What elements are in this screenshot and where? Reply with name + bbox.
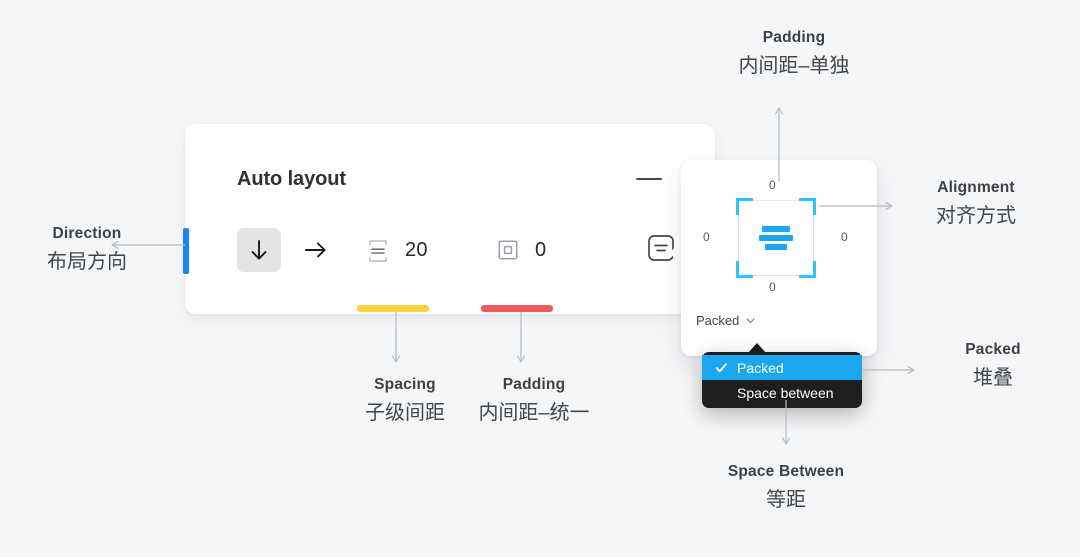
annotation-padding-individual: Padding 内间距–单独 — [694, 28, 894, 81]
check-icon — [715, 361, 728, 374]
annotation-spacing: Spacing 子级间距 — [340, 375, 470, 428]
annotation-space-between-cn: 等距 — [766, 489, 806, 512]
popover-padding-right[interactable]: 0 — [841, 230, 848, 244]
connector-packed — [862, 364, 922, 376]
annotation-packed: Packed 堆叠 — [918, 340, 1068, 393]
dropdown-item-packed[interactable]: Packed — [702, 355, 862, 380]
minus-icon[interactable] — [636, 178, 662, 180]
panel-title: Auto layout — [237, 168, 346, 190]
annotation-alignment-cn: 对齐方式 — [936, 205, 1016, 228]
arrow-right-icon — [303, 239, 329, 261]
dropdown-item-label: Space between — [737, 384, 834, 401]
spacing-highlight-marker — [357, 305, 429, 312]
padding-value: 0 — [535, 238, 547, 261]
direction-vertical-button[interactable] — [237, 228, 281, 272]
direction-horizontal-button[interactable] — [294, 228, 338, 272]
padding-square-icon — [495, 237, 521, 263]
connector-direction — [104, 239, 186, 251]
spacing-field[interactable]: 20 — [365, 228, 428, 272]
align-center-bars-icon — [738, 226, 814, 250]
corner-handle-top-right[interactable] — [799, 198, 816, 215]
popover-padding-left[interactable]: 0 — [703, 230, 710, 244]
connector-padding-unified — [515, 312, 527, 370]
annotation-spacing-cn: 子级间距 — [365, 402, 445, 425]
annotated-diagram-canvas: Auto layout 20 0 0 0 0 0 Packed Packed S… — [0, 0, 1080, 557]
connector-padding-individual — [773, 100, 785, 182]
corner-handle-bottom-left[interactable] — [736, 261, 753, 278]
auto-layout-panel: Auto layout 20 0 — [185, 124, 715, 314]
auto-layout-controls-row: 20 0 — [237, 228, 674, 272]
direction-edge-indicator — [183, 228, 189, 274]
annotation-space-between: Space Between 等距 — [686, 462, 886, 515]
annotation-packed-en: Packed — [965, 341, 1021, 358]
annotation-padding-unified-cn: 内间距–统一 — [478, 402, 590, 425]
annotation-padding-individual-en: Padding — [762, 29, 826, 46]
padding-highlight-marker — [481, 305, 553, 312]
annotation-padding-unified-en: Padding — [502, 376, 566, 393]
dropdown-item-label: Packed — [737, 359, 784, 376]
spacing-value: 20 — [405, 238, 428, 261]
corner-handle-bottom-right[interactable] — [799, 261, 816, 278]
alignment-widget[interactable] — [736, 198, 816, 278]
popover-padding-bottom[interactable]: 0 — [769, 280, 776, 294]
packed-dropdown-label: Packed — [696, 313, 740, 328]
annotation-space-between-en: Space Between — [727, 463, 845, 480]
annotation-spacing-en: Spacing — [374, 376, 436, 393]
annotation-alignment: Alignment 对齐方式 — [896, 178, 1056, 231]
alignment-popover: 0 0 0 0 Packed — [681, 160, 877, 356]
arrow-down-icon — [248, 238, 270, 262]
packed-dropdown-trigger[interactable]: Packed — [696, 313, 756, 328]
chevron-down-icon — [745, 315, 756, 326]
annotation-padding-individual-cn: 内间距–单独 — [738, 55, 850, 78]
annotation-direction-cn: 布局方向 — [47, 251, 127, 274]
connector-spacing — [390, 312, 402, 370]
annotation-alignment-en: Alignment — [937, 179, 1015, 196]
connector-alignment — [818, 200, 900, 212]
corner-handle-top-left[interactable] — [736, 198, 753, 215]
align-center-box-icon — [646, 233, 676, 268]
padding-field[interactable]: 0 — [495, 228, 546, 272]
vertical-gap-icon — [365, 237, 391, 263]
connector-space-between — [780, 400, 792, 452]
annotation-padding-unified: Padding 内间距–统一 — [464, 375, 604, 428]
annotation-packed-cn: 堆叠 — [973, 367, 1013, 390]
